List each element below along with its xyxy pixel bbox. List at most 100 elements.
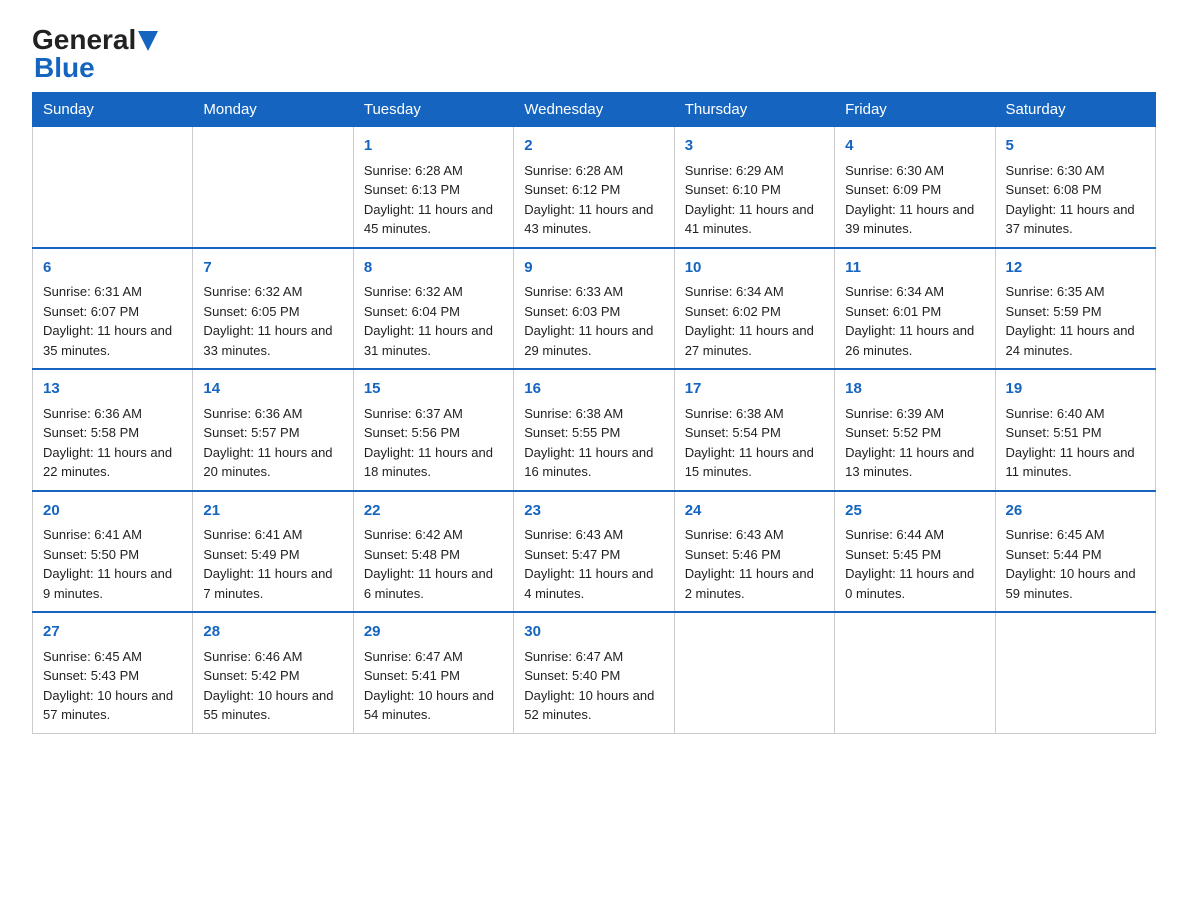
calendar-week-row: 13 Sunrise: 6:36 AMSunset: 5:58 PMDayligh… [33,369,1156,491]
calendar-cell: 18 Sunrise: 6:39 AMSunset: 5:52 PMDayligh… [835,369,995,491]
day-number: 24 [685,500,824,523]
day-info: Sunrise: 6:38 AMSunset: 5:54 PMDaylight:… [685,404,824,482]
logo: General Blue [32,24,158,84]
day-number: 6 [43,257,182,280]
day-number: 25 [845,500,984,523]
calendar-header-saturday: Saturday [995,93,1155,127]
day-info: Sunrise: 6:35 AMSunset: 5:59 PMDaylight:… [1006,282,1145,360]
calendar-header-tuesday: Tuesday [353,93,513,127]
day-info: Sunrise: 6:45 AMSunset: 5:44 PMDaylight:… [1006,525,1145,603]
day-info: Sunrise: 6:34 AMSunset: 6:01 PMDaylight:… [845,282,984,360]
day-info: Sunrise: 6:41 AMSunset: 5:49 PMDaylight:… [203,525,342,603]
day-number: 18 [845,378,984,401]
calendar-cell: 2 Sunrise: 6:28 AMSunset: 6:12 PMDaylight… [514,127,674,248]
day-info: Sunrise: 6:30 AMSunset: 6:09 PMDaylight:… [845,161,984,239]
day-info: Sunrise: 6:47 AMSunset: 5:40 PMDaylight:… [524,647,663,725]
calendar-cell: 9Sunrise: 6:33 AMSunset: 6:03 PMDaylight… [514,248,674,370]
calendar-week-row: 1 Sunrise: 6:28 AMSunset: 6:13 PMDaylight… [33,127,1156,248]
day-info: Sunrise: 6:40 AMSunset: 5:51 PMDaylight:… [1006,404,1145,482]
day-number: 19 [1006,378,1145,401]
calendar-cell [835,612,995,733]
day-number: 23 [524,500,663,523]
logo-arrow-icon [138,31,158,51]
day-number: 4 [845,135,984,158]
day-info: Sunrise: 6:37 AMSunset: 5:56 PMDaylight:… [364,404,503,482]
calendar-cell: 8Sunrise: 6:32 AMSunset: 6:04 PMDaylight… [353,248,513,370]
calendar-header-wednesday: Wednesday [514,93,674,127]
day-number: 5 [1006,135,1145,158]
calendar-cell: 3 Sunrise: 6:29 AMSunset: 6:10 PMDaylight… [674,127,834,248]
day-number: 26 [1006,500,1145,523]
calendar-table: SundayMondayTuesdayWednesdayThursdayFrid… [32,92,1156,734]
calendar-cell: 1 Sunrise: 6:28 AMSunset: 6:13 PMDaylight… [353,127,513,248]
day-number: 28 [203,621,342,644]
calendar-cell: 30Sunrise: 6:47 AMSunset: 5:40 PMDayligh… [514,612,674,733]
day-number: 27 [43,621,182,644]
day-info: Sunrise: 6:28 AMSunset: 6:13 PMDaylight:… [364,161,503,239]
calendar-cell: 23Sunrise: 6:43 AMSunset: 5:47 PMDayligh… [514,491,674,613]
day-info: Sunrise: 6:29 AMSunset: 6:10 PMDaylight:… [685,161,824,239]
calendar-cell: 24Sunrise: 6:43 AMSunset: 5:46 PMDayligh… [674,491,834,613]
day-number: 16 [524,378,663,401]
day-number: 11 [845,257,984,280]
day-info: Sunrise: 6:32 AMSunset: 6:04 PMDaylight:… [364,282,503,360]
day-number: 2 [524,135,663,158]
logo-blue-row: Blue [32,52,95,84]
calendar-cell: 14 Sunrise: 6:36 AMSunset: 5:57 PMDayligh… [193,369,353,491]
day-info: Sunrise: 6:31 AMSunset: 6:07 PMDaylight:… [43,282,182,360]
calendar-header-sunday: Sunday [33,93,193,127]
day-number: 7 [203,257,342,280]
day-number: 13 [43,378,182,401]
day-info: Sunrise: 6:45 AMSunset: 5:43 PMDaylight:… [43,647,182,725]
calendar-cell [193,127,353,248]
day-number: 12 [1006,257,1145,280]
day-info: Sunrise: 6:42 AMSunset: 5:48 PMDaylight:… [364,525,503,603]
calendar-header-row: SundayMondayTuesdayWednesdayThursdayFrid… [33,93,1156,127]
day-info: Sunrise: 6:38 AMSunset: 5:55 PMDaylight:… [524,404,663,482]
calendar-cell: 29Sunrise: 6:47 AMSunset: 5:41 PMDayligh… [353,612,513,733]
calendar-cell: 4 Sunrise: 6:30 AMSunset: 6:09 PMDaylight… [835,127,995,248]
calendar-header-monday: Monday [193,93,353,127]
day-info: Sunrise: 6:30 AMSunset: 6:08 PMDaylight:… [1006,161,1145,239]
calendar-cell: 20Sunrise: 6:41 AMSunset: 5:50 PMDayligh… [33,491,193,613]
day-number: 3 [685,135,824,158]
calendar-cell: 13 Sunrise: 6:36 AMSunset: 5:58 PMDayligh… [33,369,193,491]
day-info: Sunrise: 6:36 AMSunset: 5:57 PMDaylight:… [203,404,342,482]
day-number: 15 [364,378,503,401]
day-number: 8 [364,257,503,280]
calendar-cell: 17Sunrise: 6:38 AMSunset: 5:54 PMDayligh… [674,369,834,491]
day-info: Sunrise: 6:39 AMSunset: 5:52 PMDaylight:… [845,404,984,482]
calendar-week-row: 6Sunrise: 6:31 AMSunset: 6:07 PMDaylight… [33,248,1156,370]
day-number: 10 [685,257,824,280]
day-info: Sunrise: 6:36 AMSunset: 5:58 PMDaylight:… [43,404,182,482]
day-number: 21 [203,500,342,523]
calendar-cell: 21Sunrise: 6:41 AMSunset: 5:49 PMDayligh… [193,491,353,613]
day-info: Sunrise: 6:46 AMSunset: 5:42 PMDaylight:… [203,647,342,725]
day-info: Sunrise: 6:43 AMSunset: 5:46 PMDaylight:… [685,525,824,603]
calendar-cell: 6Sunrise: 6:31 AMSunset: 6:07 PMDaylight… [33,248,193,370]
logo-blue: Blue [34,52,95,83]
calendar-cell: 19 Sunrise: 6:40 AMSunset: 5:51 PMDayligh… [995,369,1155,491]
calendar-cell: 25Sunrise: 6:44 AMSunset: 5:45 PMDayligh… [835,491,995,613]
day-info: Sunrise: 6:34 AMSunset: 6:02 PMDaylight:… [685,282,824,360]
day-info: Sunrise: 6:44 AMSunset: 5:45 PMDaylight:… [845,525,984,603]
calendar-header-friday: Friday [835,93,995,127]
day-info: Sunrise: 6:33 AMSunset: 6:03 PMDaylight:… [524,282,663,360]
calendar-cell: 26Sunrise: 6:45 AMSunset: 5:44 PMDayligh… [995,491,1155,613]
day-info: Sunrise: 6:32 AMSunset: 6:05 PMDaylight:… [203,282,342,360]
calendar-header-thursday: Thursday [674,93,834,127]
calendar-cell: 16 Sunrise: 6:38 AMSunset: 5:55 PMDayligh… [514,369,674,491]
calendar-cell [33,127,193,248]
calendar-cell: 15 Sunrise: 6:37 AMSunset: 5:56 PMDayligh… [353,369,513,491]
day-info: Sunrise: 6:28 AMSunset: 6:12 PMDaylight:… [524,161,663,239]
day-info: Sunrise: 6:47 AMSunset: 5:41 PMDaylight:… [364,647,503,725]
calendar-cell: 27 Sunrise: 6:45 AMSunset: 5:43 PMDayligh… [33,612,193,733]
calendar-cell [674,612,834,733]
calendar-cell: 5 Sunrise: 6:30 AMSunset: 6:08 PMDaylight… [995,127,1155,248]
day-number: 14 [203,378,342,401]
day-info: Sunrise: 6:43 AMSunset: 5:47 PMDaylight:… [524,525,663,603]
day-info: Sunrise: 6:41 AMSunset: 5:50 PMDaylight:… [43,525,182,603]
calendar-cell: 22Sunrise: 6:42 AMSunset: 5:48 PMDayligh… [353,491,513,613]
day-number: 1 [364,135,503,158]
calendar-cell: 28 Sunrise: 6:46 AMSunset: 5:42 PMDayligh… [193,612,353,733]
